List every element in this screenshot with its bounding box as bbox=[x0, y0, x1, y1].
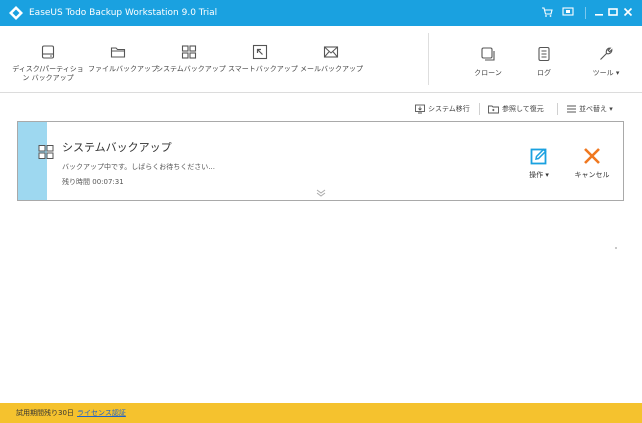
action-divider bbox=[479, 103, 480, 115]
system-grid-icon bbox=[38, 145, 54, 159]
close-icon[interactable] bbox=[621, 5, 635, 19]
system-migrate-button[interactable]: システム移行 bbox=[415, 104, 470, 114]
log-button[interactable]: ログ bbox=[526, 26, 562, 92]
toolbar: ディスク/パーティション バックアップ ファイルバックアップ システムバックアッ… bbox=[0, 26, 642, 93]
chevron-down-icon[interactable] bbox=[315, 189, 327, 197]
remaining-time-value: 00:07:31 bbox=[92, 178, 124, 186]
system-migrate-label: システム移行 bbox=[428, 105, 470, 113]
mail-backup-label: メールバックアップ bbox=[300, 65, 363, 73]
file-backup-button[interactable]: ファイルバックアップ bbox=[88, 26, 158, 92]
title-divider bbox=[585, 7, 586, 19]
remaining-time-label: 残り時間 bbox=[62, 178, 90, 186]
cart-icon[interactable] bbox=[540, 5, 554, 19]
browse-restore-label: 参照して復元 bbox=[502, 105, 544, 113]
tools-label: ツール ▾ bbox=[592, 69, 620, 77]
system-backup-label: システムバックアップ bbox=[156, 65, 226, 73]
smart-backup-label: スマートバックアップ bbox=[228, 65, 298, 73]
file-backup-label: ファイルバックアップ bbox=[88, 65, 158, 73]
task-status-stripe bbox=[18, 122, 47, 200]
system-grid-icon bbox=[181, 45, 197, 59]
app-logo-icon bbox=[9, 6, 23, 20]
clone-button[interactable]: クローン bbox=[466, 26, 510, 92]
smart-backup-button[interactable]: スマートバックアップ bbox=[228, 26, 298, 92]
trial-status-bar: 試用期間残り30日 ライセンス認証 bbox=[0, 403, 642, 423]
clone-icon bbox=[481, 47, 495, 61]
sort-menu-button[interactable]: 並べ替え ▾ bbox=[567, 104, 613, 114]
browse-restore-button[interactable]: 参照して復元 bbox=[488, 104, 544, 114]
window-title: EaseUS Todo Backup Workstation 9.0 Trial bbox=[29, 8, 218, 18]
task-title: システムバックアップ bbox=[62, 141, 172, 154]
log-icon bbox=[538, 46, 550, 62]
disk-partition-backup-label: ディスク/パーティション バックアップ bbox=[12, 65, 84, 82]
wrench-icon bbox=[600, 47, 613, 60]
folder-icon bbox=[110, 47, 126, 58]
disk-icon bbox=[41, 45, 55, 59]
migrate-icon bbox=[415, 104, 425, 114]
screen-icon[interactable] bbox=[561, 5, 575, 19]
edit-icon bbox=[530, 148, 547, 165]
tools-menu-button[interactable]: ツール ▾ bbox=[584, 26, 628, 92]
title-bar: EaseUS Todo Backup Workstation 9.0 Trial bbox=[0, 0, 642, 26]
folder-restore-icon bbox=[488, 105, 499, 114]
cancel-x-icon bbox=[584, 148, 600, 164]
disk-partition-backup-button[interactable]: ディスク/パーティション バックアップ bbox=[10, 26, 86, 92]
remaining-time: 残り時間 00:07:31 bbox=[62, 178, 124, 187]
operate-label: 操作 ▾ bbox=[529, 171, 549, 179]
sort-label: 並べ替え ▾ bbox=[579, 105, 613, 113]
operate-menu-button[interactable]: 操作 ▾ bbox=[509, 147, 569, 187]
action-divider bbox=[557, 103, 558, 115]
trial-remaining-text: 試用期間残り30日 bbox=[16, 409, 74, 417]
list-icon bbox=[567, 105, 576, 113]
system-backup-button[interactable]: システムバックアップ bbox=[156, 26, 226, 92]
log-label: ログ bbox=[537, 69, 551, 77]
smart-arrow-icon bbox=[252, 44, 268, 60]
toolbar-separator bbox=[428, 33, 429, 85]
cancel-button[interactable]: キャンセル bbox=[562, 147, 622, 187]
clone-label: クローン bbox=[474, 69, 502, 77]
task-status-text: バックアップ中です。しばらくお待ちください... bbox=[62, 163, 215, 171]
license-activation-link[interactable]: ライセンス認証 bbox=[77, 408, 126, 418]
mail-icon bbox=[323, 46, 339, 58]
maximize-icon[interactable] bbox=[606, 5, 620, 19]
stray-dot bbox=[615, 247, 617, 249]
minimize-icon[interactable] bbox=[592, 5, 606, 19]
cancel-label: キャンセル bbox=[574, 171, 610, 179]
backup-task-card[interactable]: システムバックアップ バックアップ中です。しばらくお待ちください... 残り時間… bbox=[17, 121, 624, 201]
mail-backup-button[interactable]: メールバックアップ bbox=[300, 26, 363, 92]
